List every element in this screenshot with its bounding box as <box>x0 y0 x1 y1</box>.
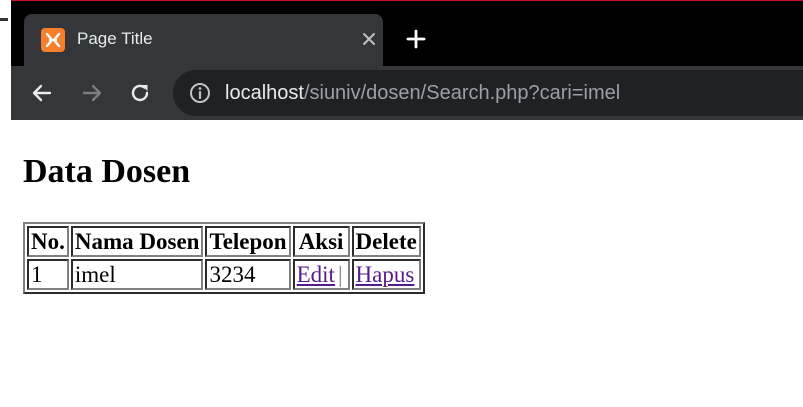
desktop-fragment <box>0 18 8 21</box>
browser-toolbar: localhost/siuniv/dosen/Search.php?cari=i… <box>11 66 803 120</box>
window-edge <box>11 0 803 1</box>
back-arrow-icon[interactable] <box>27 78 57 108</box>
col-header-delete: Delete <box>351 226 421 257</box>
cell-aksi: Edit | <box>292 259 350 290</box>
url-path: /siuniv/dosen/Search.php?cari=imel <box>303 82 621 104</box>
desktop-strip <box>0 0 11 407</box>
tab-title: Page Title <box>77 29 153 48</box>
reload-icon[interactable] <box>125 78 155 108</box>
address-bar[interactable]: localhost/siuniv/dosen/Search.php?cari=i… <box>173 70 803 116</box>
info-icon[interactable] <box>189 82 211 104</box>
col-header-nama-dosen: Nama Dosen <box>70 226 204 257</box>
tab-active[interactable]: Page Title <box>24 14 383 66</box>
url-text[interactable]: localhost/siuniv/dosen/Search.php?cari=i… <box>225 80 620 106</box>
url-host: localhost <box>225 82 304 104</box>
new-tab-icon[interactable] <box>404 27 428 51</box>
link-separator: | <box>337 262 343 287</box>
hapus-link[interactable]: Hapus <box>356 262 415 287</box>
table-header-row: No. Nama Dosen Telepon Aksi Delete <box>27 226 421 257</box>
cell-delete: Hapus <box>351 259 421 290</box>
forward-arrow-icon[interactable] <box>77 78 107 108</box>
col-header-telepon: Telepon <box>205 226 291 257</box>
close-icon[interactable] <box>359 29 379 49</box>
browser-chrome: Page Title localhost/siuniv/dosen/Search… <box>11 0 803 120</box>
col-header-no: No. <box>27 226 69 257</box>
cell-no: 1 <box>27 259 69 290</box>
cell-nama-dosen: imel <box>70 259 204 290</box>
page-title: Data Dosen <box>23 153 191 190</box>
dosen-table: No. Nama Dosen Telepon Aksi Delete 1 ime… <box>23 222 425 294</box>
table-row: 1 imel 3234 Edit | Hapus <box>27 259 421 290</box>
cell-telepon: 3234 <box>205 259 291 290</box>
col-header-aksi: Aksi <box>292 226 350 257</box>
edit-link[interactable]: Edit <box>297 262 335 287</box>
xampp-favicon-icon <box>41 28 65 52</box>
